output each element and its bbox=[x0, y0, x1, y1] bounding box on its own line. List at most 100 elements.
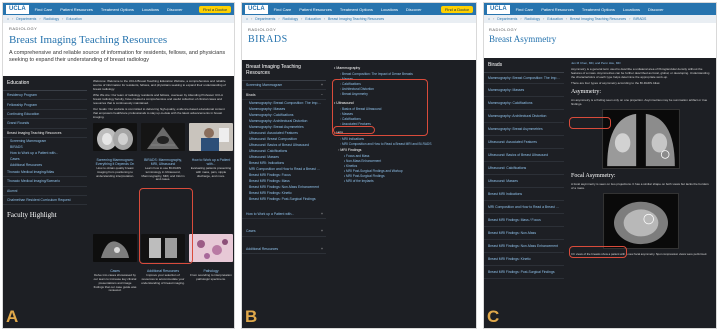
sidebar-item-thoracic-scenario[interactable]: Thoracic Medical Imaging/Scenario bbox=[3, 177, 87, 187]
sidebar-item-additional[interactable]: Additional Resources + bbox=[242, 245, 326, 254]
sidebar-item-fellowship[interactable]: Fellowship Program bbox=[3, 100, 87, 110]
card-title[interactable]: Screening Mammogram: Everything it Depen… bbox=[93, 158, 137, 166]
nav-discover[interactable]: Discover bbox=[648, 7, 664, 12]
card-pathology[interactable]: Pathology From sounding to interpretatio… bbox=[189, 234, 233, 293]
link-focus-mass[interactable]: ▪ Focus and Mass bbox=[344, 154, 470, 158]
sidebar-item-continuing-education[interactable]: Continuing Education bbox=[3, 110, 87, 120]
nav-locations[interactable]: Locations bbox=[623, 7, 640, 12]
nav-find-care[interactable]: Find Care bbox=[516, 7, 534, 12]
card-birads[interactable]: BIRADS: Mammography, MRI, Ultrasound Lea… bbox=[141, 123, 185, 182]
sidebar-item-curriculum-request[interactable]: Chalmethan Resident Curriculum Request bbox=[3, 196, 87, 206]
link-label[interactable]: Breast Composition: The Impact of Dense … bbox=[342, 72, 413, 76]
card-work-up[interactable]: How to Work up a Patient with... Evaluat… bbox=[189, 123, 233, 182]
nav-patient-resources[interactable]: Patient Resources bbox=[60, 7, 93, 12]
collapse-icon[interactable]: − bbox=[321, 93, 323, 97]
ucla-logo[interactable]: UCLA bbox=[245, 4, 268, 14]
card-title[interactable]: BIRADS: Mammography, MRI, Ultrasound bbox=[141, 158, 185, 166]
nav-treatment-options[interactable]: Treatment Options bbox=[340, 7, 373, 12]
nav-discover[interactable]: Discover bbox=[167, 7, 183, 12]
sidebar-item[interactable]: Ultrasound: Masses bbox=[484, 175, 564, 188]
sidebar-item[interactable]: Breast MRI Findings: Mass / Focus bbox=[484, 214, 564, 227]
breadcrumb-departments[interactable]: Departments bbox=[255, 17, 275, 21]
link-mri-composition[interactable]: ◦ MRI Composition and How to Read a Brea… bbox=[340, 142, 470, 146]
sidebar-item[interactable]: Mammography: Architectural Distortion bbox=[484, 110, 564, 123]
sidebar-item[interactable]: Breast MRI Findings: Non-Mass Enhancemen… bbox=[484, 240, 564, 253]
home-icon[interactable]: ⌂ bbox=[246, 17, 248, 21]
breadcrumb-departments[interactable]: Departments bbox=[497, 17, 517, 21]
card-screening[interactable]: Screening Mammogram: Everything it Depen… bbox=[93, 123, 137, 182]
nav-patient-resources[interactable]: Patient Resources bbox=[541, 7, 574, 12]
nav-find-care[interactable]: Find Care bbox=[35, 7, 53, 12]
sidebar-item[interactable]: Breast MRI Indications bbox=[484, 188, 564, 201]
sidebar-item-alumni[interactable]: Alumni bbox=[3, 187, 87, 196]
link-label[interactable]: Kinetics bbox=[346, 164, 357, 168]
link-kinetics[interactable]: ▪ Kinetics bbox=[344, 164, 470, 168]
nav-patient-resources[interactable]: Patient Resources bbox=[299, 7, 332, 12]
sidebar-item[interactable]: Mammography: Breast Asymmetries bbox=[484, 123, 564, 136]
link-label[interactable]: MRI Post-Surgical Findings bbox=[346, 174, 385, 178]
sidebar-item[interactable]: Ultrasound: Calcifications bbox=[484, 162, 564, 175]
link-label[interactable]: Focus and Mass bbox=[346, 154, 369, 158]
link-label[interactable]: MRI of the Implants bbox=[346, 179, 374, 183]
home-icon[interactable]: ⌂ bbox=[7, 17, 9, 21]
breadcrumb-education[interactable]: Education bbox=[305, 17, 321, 21]
expand-icon[interactable]: + bbox=[321, 247, 323, 251]
breadcrumb-radiology[interactable]: Radiology bbox=[44, 17, 60, 21]
sidebar-item[interactable]: Breast MRI Findings: Post-Surgical Findi… bbox=[484, 266, 564, 279]
breadcrumb-teaching-resources[interactable]: Breast Imaging Teaching Resources bbox=[328, 17, 384, 21]
breadcrumb-radiology[interactable]: Radiology bbox=[525, 17, 541, 21]
ultrasound-thumbnail bbox=[141, 123, 185, 151]
find-doctor-button[interactable]: Find a Doctor bbox=[198, 5, 231, 13]
breadcrumb-education[interactable]: Education bbox=[66, 17, 82, 21]
sidebar-item-birads[interactable]: Birads − bbox=[242, 90, 326, 100]
breadcrumb-departments[interactable]: Departments bbox=[16, 17, 36, 21]
link-mri-indications[interactable]: ◦ MRI Indications bbox=[340, 137, 470, 141]
sidebar-item[interactable]: MRI Composition and How to Read a Breast… bbox=[484, 201, 564, 214]
card-title[interactable]: How to Work up a Patient with... bbox=[189, 158, 233, 166]
expand-icon[interactable]: + bbox=[321, 212, 323, 216]
sidebar-item[interactable]: Mammography: Masses bbox=[484, 84, 564, 97]
sidebar-item[interactable]: Ultrasound: Basics of Breast Ultrasound bbox=[484, 149, 564, 162]
sidebar-item-grand-rounds[interactable]: Grand Rounds bbox=[3, 119, 87, 129]
breadcrumb-teaching-resources[interactable]: Breast Imaging Teaching Resources bbox=[570, 17, 626, 21]
link-implants[interactable]: ▪ MRI of the Implants bbox=[344, 179, 470, 183]
sidebar-item[interactable]: Breast MRI Findings: Kinetic bbox=[484, 253, 564, 266]
link-post-surgical[interactable]: ▪ MRI Post-Surgical Findings bbox=[344, 174, 470, 178]
expand-icon[interactable]: + bbox=[321, 83, 323, 87]
nav-discover[interactable]: Discover bbox=[406, 7, 422, 12]
sidebar-item-work-up[interactable]: How to Work up a Patient with... + bbox=[242, 210, 326, 220]
sidebar-item[interactable]: Mammography: Breast Composition: The Imp… bbox=[484, 73, 564, 84]
link-post-surgical-workup[interactable]: ▪ MRI Post-Surgical Findings and Workup bbox=[344, 169, 470, 173]
link-non-mass[interactable]: ▪ Non-Mass Enhancement bbox=[344, 159, 470, 163]
sidebar-item[interactable]: Breast MRI Findings: Non-Mass bbox=[484, 227, 564, 240]
sidebar-item-teaching-resources[interactable]: Breast Imaging Teaching Resources bbox=[3, 129, 87, 138]
sidebar-item[interactable]: Mammography: Calcifications bbox=[484, 97, 564, 110]
nav-treatment-options[interactable]: Treatment Options bbox=[582, 7, 615, 12]
link-label[interactable]: Non-Mass Enhancement bbox=[346, 159, 381, 163]
link-breast-composition[interactable]: ◦ Breast Composition: The Impact of Dens… bbox=[340, 72, 470, 76]
section-label: RADIOLOGY bbox=[248, 27, 277, 32]
ucla-logo[interactable]: UCLA bbox=[6, 4, 29, 14]
expand-icon[interactable]: + bbox=[321, 229, 323, 233]
home-icon[interactable]: ⌂ bbox=[488, 17, 490, 21]
sidebar-item-residency[interactable]: Residency Program bbox=[3, 91, 87, 101]
breadcrumb-birads[interactable]: BIRADS bbox=[633, 17, 646, 21]
nav-locations[interactable]: Locations bbox=[142, 7, 159, 12]
nav-find-care[interactable]: Find Care bbox=[274, 7, 292, 12]
breadcrumb-radiology[interactable]: Radiology bbox=[283, 17, 299, 21]
sidebar-item-cases[interactable]: Cases + bbox=[242, 227, 326, 237]
link-label[interactable]: MRI Composition and How to Read a Breast… bbox=[342, 142, 431, 146]
page-title: Breast Asymmetry bbox=[489, 34, 557, 44]
sidebar-item-thoracic-atlas[interactable]: Thoracic Medical Imaging/Atlas bbox=[3, 168, 87, 178]
sidebar-sub-item[interactable]: Breast MRI Findings: Post-Surgical Findi… bbox=[242, 196, 326, 202]
sidebar-item-screening[interactable]: Screening Mammogram + bbox=[242, 81, 326, 91]
link-label[interactable]: MRI Indications bbox=[342, 137, 364, 141]
find-doctor-button[interactable]: Find a Doctor bbox=[440, 5, 473, 13]
nav-treatment-options[interactable]: Treatment Options bbox=[101, 7, 134, 12]
card-cases[interactable]: Cases Delve into cases showcased by our … bbox=[93, 234, 137, 293]
link-label[interactable]: MRI Post-Surgical Findings and Workup bbox=[346, 169, 403, 173]
sidebar-item[interactable]: Ultrasound: Associated Features bbox=[484, 136, 564, 149]
nav-locations[interactable]: Locations bbox=[381, 7, 398, 12]
breadcrumb-education[interactable]: Education bbox=[547, 17, 563, 21]
ucla-logo[interactable]: UCLA bbox=[487, 4, 510, 14]
